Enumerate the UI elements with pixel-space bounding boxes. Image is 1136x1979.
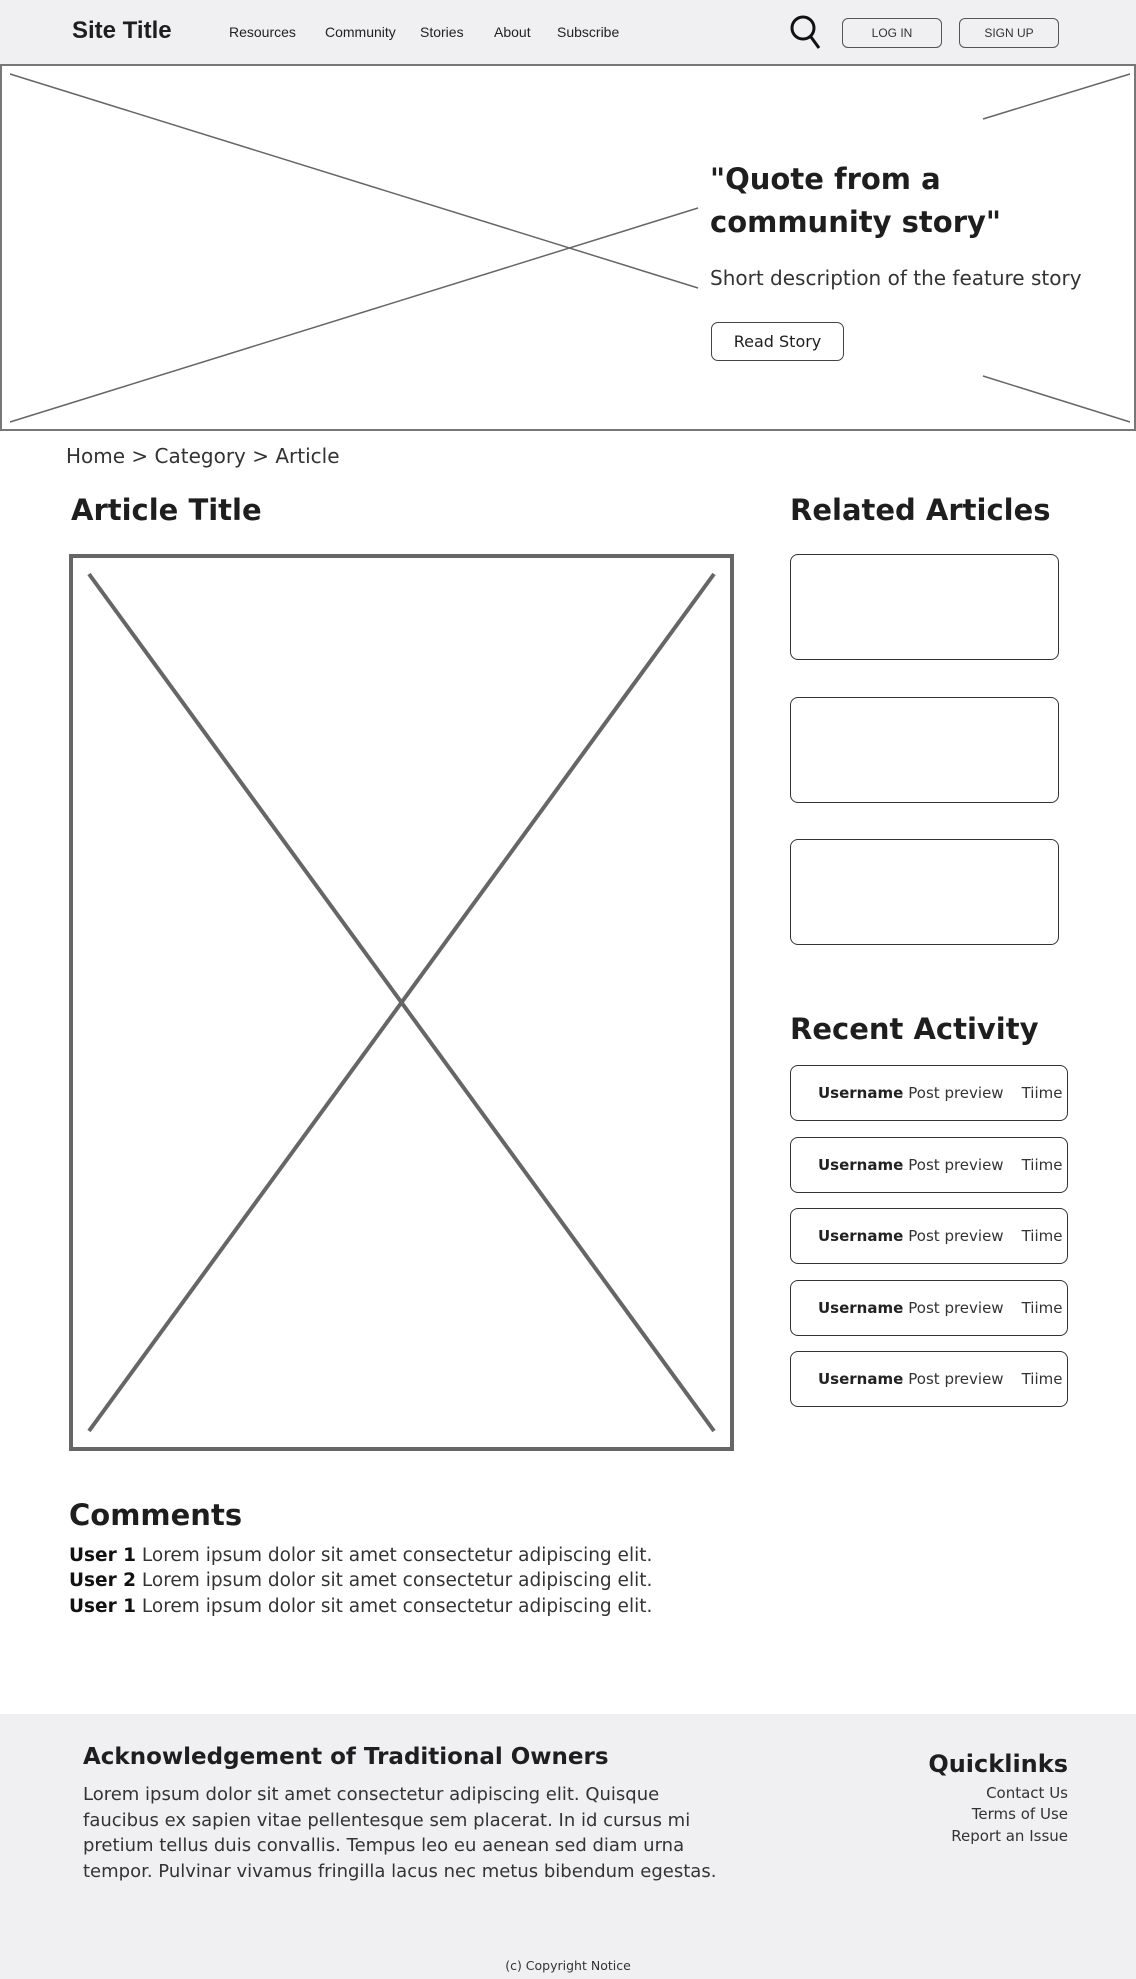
breadcrumb[interactable]: Home > Category > Article bbox=[66, 444, 340, 468]
hero-banner: "Quote from a community story" Short des… bbox=[0, 66, 1136, 431]
activity-preview: Post preview bbox=[908, 1155, 1004, 1174]
comment: User 1 Lorem ipsum dolor sit amet consec… bbox=[69, 1596, 652, 1617]
acknowledgement-text: Lorem ipsum dolor sit amet consectetur a… bbox=[83, 1784, 717, 1882]
activity-time: Tiime bbox=[1021, 1227, 1063, 1245]
read-story-button[interactable]: Read Story bbox=[711, 322, 844, 361]
nav-subscribe[interactable]: Subscribe bbox=[557, 24, 619, 40]
activity-time: Tiime bbox=[1021, 1155, 1063, 1174]
article-title: Article Title bbox=[71, 493, 262, 527]
nav-about[interactable]: About bbox=[494, 24, 531, 40]
hero-description: Short description of the feature story bbox=[710, 266, 1082, 290]
signup-button[interactable]: SIGN UP bbox=[959, 18, 1059, 48]
activity-time: Tiime bbox=[1021, 1298, 1063, 1317]
site-header: Site Title Resources Community Stories A… bbox=[0, 0, 1136, 66]
related-article-card[interactable] bbox=[790, 697, 1059, 803]
activity-preview: Post preview bbox=[908, 1084, 1004, 1102]
nav-resources[interactable]: Resources bbox=[229, 24, 296, 40]
activity-item[interactable]: Username Post preview Tiime bbox=[790, 1136, 1068, 1193]
acknowledgement-heading: Acknowledgement of Traditional Owners bbox=[83, 1744, 609, 1770]
activity-username: Username bbox=[818, 1227, 904, 1245]
related-article-card[interactable] bbox=[790, 554, 1059, 660]
nav-stories[interactable]: Stories bbox=[420, 24, 464, 40]
site-title[interactable]: Site Title bbox=[72, 17, 172, 45]
related-articles-heading: Related Articles bbox=[790, 493, 1051, 527]
article-image-placeholder bbox=[69, 554, 734, 1451]
comment-user[interactable]: User 1 bbox=[69, 1596, 136, 1617]
quicklink-report-issue[interactable]: Report an Issue bbox=[951, 1827, 1068, 1845]
search-icon[interactable] bbox=[789, 14, 823, 52]
activity-preview: Post preview bbox=[908, 1227, 1004, 1245]
comment-text: Lorem ipsum dolor sit amet consectetur a… bbox=[141, 1570, 653, 1592]
comment-user[interactable]: User 2 bbox=[69, 1570, 136, 1591]
comment-user[interactable]: User 1 bbox=[69, 1545, 136, 1566]
activity-item[interactable]: Username Post preview Tiime bbox=[790, 1351, 1068, 1407]
hero-quote: "Quote from a community story" bbox=[710, 162, 1002, 239]
activity-time: Tiime bbox=[1021, 1084, 1063, 1102]
nav-community[interactable]: Community bbox=[325, 24, 396, 40]
site-footer: Acknowledgement of Traditional Owners Lo… bbox=[0, 1714, 1136, 1979]
activity-preview: Post preview bbox=[908, 1370, 1004, 1388]
quicklink-contact-us[interactable]: Contact Us bbox=[986, 1784, 1068, 1802]
related-article-card[interactable] bbox=[790, 839, 1059, 945]
activity-username: Username bbox=[818, 1155, 904, 1174]
recent-activity-heading: Recent Activity bbox=[790, 1012, 1039, 1046]
hero-image-placeholder bbox=[9, 73, 1131, 423]
comment-text: Lorem ipsum dolor sit amet consectetur a… bbox=[141, 1545, 653, 1566]
activity-item[interactable]: Username Post preview Tiime bbox=[790, 1208, 1068, 1264]
activity-username: Username bbox=[818, 1084, 904, 1102]
activity-username: Username bbox=[818, 1298, 904, 1317]
activity-time: Tiime bbox=[1021, 1370, 1063, 1388]
activity-item[interactable]: Username Post preview Tiime bbox=[790, 1279, 1068, 1336]
activity-preview: Post preview bbox=[908, 1298, 1004, 1317]
comment: User 1 Lorem ipsum dolor sit amet consec… bbox=[69, 1545, 652, 1566]
copyright-notice: (c) Copyright Notice bbox=[505, 1958, 631, 1973]
comment: User 2 Lorem ipsum dolor sit amet consec… bbox=[69, 1570, 652, 1591]
comment-text: Lorem ipsum dolor sit amet consectetur a… bbox=[141, 1595, 653, 1617]
activity-username: Username bbox=[818, 1370, 904, 1388]
activity-item[interactable]: Username Post preview Tiime bbox=[790, 1065, 1068, 1121]
comments-heading: Comments bbox=[69, 1498, 243, 1532]
quicklinks-heading: Quicklinks bbox=[928, 1750, 1068, 1778]
login-button[interactable]: LOG IN bbox=[842, 18, 942, 48]
quicklink-terms-of-use[interactable]: Terms of Use bbox=[972, 1805, 1068, 1823]
